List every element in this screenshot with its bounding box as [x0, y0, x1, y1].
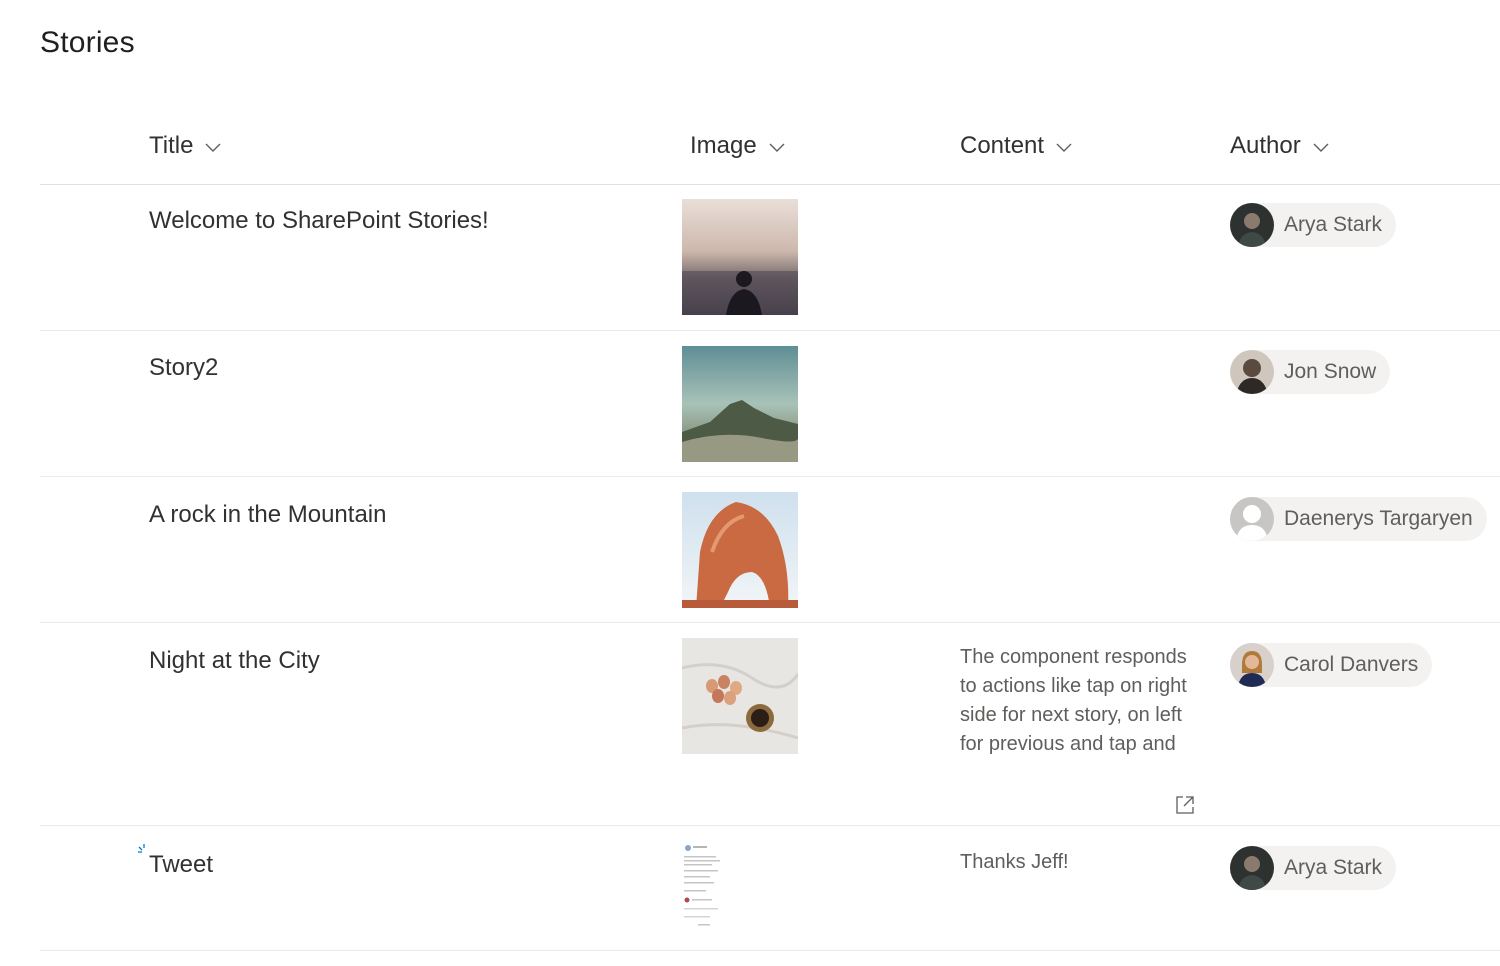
column-header-label: Title: [149, 132, 194, 159]
story-title[interactable]: Tweet: [149, 851, 213, 879]
table-row[interactable]: A rock in the Mountain Daenerys Targarye…: [40, 477, 1500, 623]
chevron-down-icon: [203, 136, 223, 156]
column-header-content[interactable]: Content: [960, 126, 1074, 166]
author-persona[interactable]: Arya Stark: [1230, 203, 1397, 247]
story-title[interactable]: Story2: [149, 354, 218, 382]
column-header-label: Image: [690, 132, 757, 159]
story-title[interactable]: A rock in the Mountain: [149, 501, 386, 529]
tweet-screenshot-thumbnail[interactable]: [682, 840, 726, 928]
story-title[interactable]: Night at the City: [149, 647, 320, 675]
author-persona[interactable]: Arya Stark: [1230, 846, 1397, 890]
author-name: Jon Snow: [1284, 360, 1377, 383]
mountain-landscape-photo[interactable]: [682, 346, 798, 462]
avatar: [1230, 350, 1274, 394]
story-content: The component responds to actions like t…: [960, 646, 1187, 755]
author-name: Arya Stark: [1284, 856, 1383, 879]
column-header-label: Content: [960, 132, 1045, 159]
page-title: Stories: [40, 26, 135, 59]
column-header-title[interactable]: Title: [149, 126, 223, 166]
chevron-down-icon: [767, 136, 787, 156]
stories-list: Title Image Content Author Welcome to Sh…: [40, 104, 1500, 951]
avatar: [1230, 846, 1274, 890]
story-title[interactable]: Welcome to SharePoint Stories!: [149, 207, 489, 235]
author-persona[interactable]: Carol Danvers: [1230, 643, 1433, 687]
author-persona[interactable]: Jon Snow: [1230, 350, 1391, 394]
author-name: Carol Danvers: [1284, 653, 1419, 676]
list-header: Title Image Content Author: [40, 104, 1500, 185]
avatar: [1230, 203, 1274, 247]
author-name: Daenerys Targaryen: [1284, 507, 1473, 530]
table-row[interactable]: Story2 Jon Snow: [40, 331, 1500, 477]
avatar: [1230, 643, 1274, 687]
chevron-down-icon: [1054, 136, 1074, 156]
column-header-author[interactable]: Author: [1230, 126, 1331, 166]
person-overlooking-city-photo[interactable]: [682, 199, 798, 315]
table-row[interactable]: Night at the City The component responds…: [40, 623, 1500, 826]
author-persona[interactable]: Daenerys Targaryen: [1230, 497, 1487, 541]
open-in-new-window-icon[interactable]: [1174, 794, 1196, 816]
chevron-down-icon: [1311, 136, 1331, 156]
person-placeholder-icon: [1230, 497, 1274, 541]
column-header-label: Author: [1230, 132, 1301, 159]
column-header-image[interactable]: Image: [690, 126, 787, 166]
table-row[interactable]: Tweet Thanks Jeff! Arya Stark: [40, 826, 1500, 951]
author-name: Arya Stark: [1284, 213, 1383, 236]
eggs-and-coffee-photo[interactable]: [682, 638, 798, 754]
table-row[interactable]: Welcome to SharePoint Stories! Arya Star…: [40, 185, 1500, 331]
rock-arch-photo[interactable]: [682, 492, 798, 608]
story-content: Thanks Jeff!: [960, 851, 1069, 873]
